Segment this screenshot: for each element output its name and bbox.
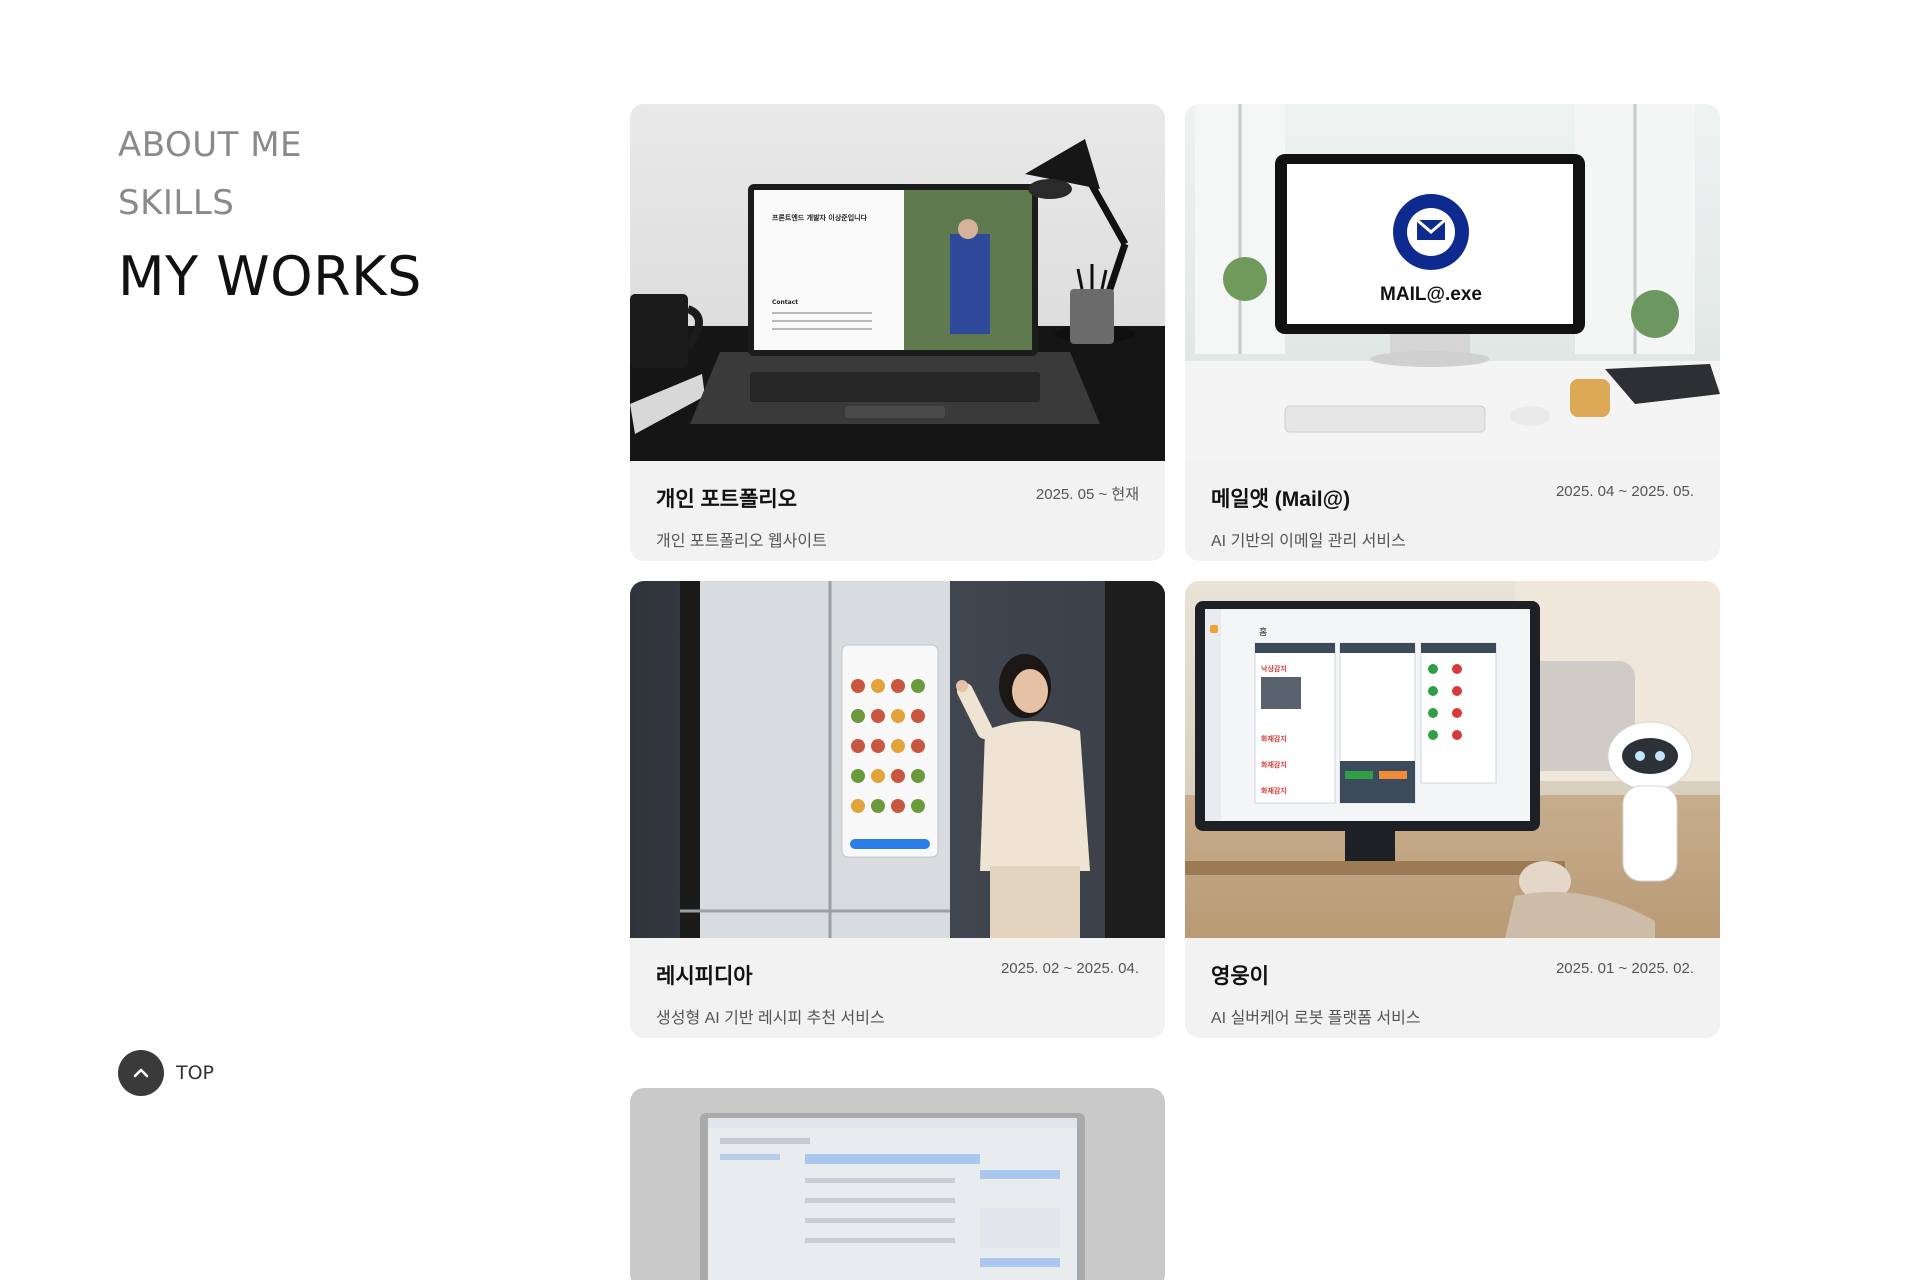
screen-label: 화재감지 [1261, 734, 1287, 743]
project-description: AI 실버케어 로봇 플랫폼 서비스 [1211, 1010, 1421, 1027]
nav-skills[interactable]: SKILLS [118, 186, 422, 220]
screen-label: 화재감지 [1261, 760, 1287, 769]
project-card-mail-at[interactable]: MAIL@.exe 메일앳 (Mail@) 2025. 04 ~ 2025. 0… [1185, 104, 1720, 561]
project-thumbnail [630, 1088, 1165, 1280]
project-thumbnail [630, 581, 1165, 938]
project-date: 2025. 04 ~ 2025. 05. [1555, 483, 1694, 500]
screen-heading: 프론트엔드 개발자 이상준입니다 [772, 213, 868, 222]
project-card-5[interactable] [630, 1088, 1165, 1280]
project-description: 개인 포트폴리오 웹사이트 [656, 533, 827, 550]
nav-my-works[interactable]: MY WORKS [118, 250, 422, 304]
nav-about-me[interactable]: ABOUT ME [118, 128, 422, 162]
screen-label: 화재감지 [1261, 786, 1287, 795]
project-date: 2025. 05 ~ 현재 [1035, 486, 1139, 503]
screen-tab: 홈 [1259, 626, 1267, 638]
project-card-hero[interactable]: 홈 낙상감지 화재감지 화재감지 화재감지 영웅이 2025. 01 ~ 202… [1185, 581, 1720, 1038]
project-thumbnail: 프론트엔드 개발자 이상준입니다 Contact [630, 104, 1165, 461]
project-info: 레시피디아 2025. 02 ~ 2025. 04. 생성형 AI 기반 레시피… [630, 938, 1165, 1038]
project-card-portfolio[interactable]: 프론트엔드 개발자 이상준입니다 Contact 개인 포트폴리오 2025. … [630, 104, 1165, 561]
project-description: AI 기반의 이메일 관리 서비스 [1211, 533, 1406, 550]
project-date: 2025. 01 ~ 2025. 02. [1555, 960, 1694, 977]
mail-logo-text: MAIL@.exe [1380, 284, 1482, 305]
scroll-top-label: TOP [176, 1062, 215, 1084]
page: ABOUT ME SKILLS MY WORKS TOP 프론트엔드 개발자 이… [0, 0, 1920, 1280]
project-card-recipedia[interactable]: 레시피디아 2025. 02 ~ 2025. 04. 생성형 AI 기반 레시피… [630, 581, 1165, 1038]
scroll-top-button[interactable]: TOP [118, 1050, 214, 1096]
chevron-up-icon [118, 1050, 164, 1096]
screen-contact: Contact [772, 299, 798, 306]
project-thumbnail: MAIL@.exe [1185, 104, 1720, 461]
project-date: 2025. 02 ~ 2025. 04. [1000, 960, 1139, 977]
project-info: 메일앳 (Mail@) 2025. 04 ~ 2025. 05. AI 기반의 … [1185, 461, 1720, 561]
project-info: 영웅이 2025. 01 ~ 2025. 02. AI 실버케어 로봇 플랫폼 … [1185, 938, 1720, 1038]
project-thumbnail: 홈 낙상감지 화재감지 화재감지 화재감지 [1185, 581, 1720, 938]
screen-label: 낙상감지 [1261, 664, 1287, 673]
side-nav: ABOUT ME SKILLS MY WORKS [118, 128, 422, 328]
project-info: 개인 포트폴리오 2025. 05 ~ 현재 개인 포트폴리오 웹사이트 [630, 461, 1165, 561]
project-description: 생성형 AI 기반 레시피 추천 서비스 [656, 1010, 885, 1027]
